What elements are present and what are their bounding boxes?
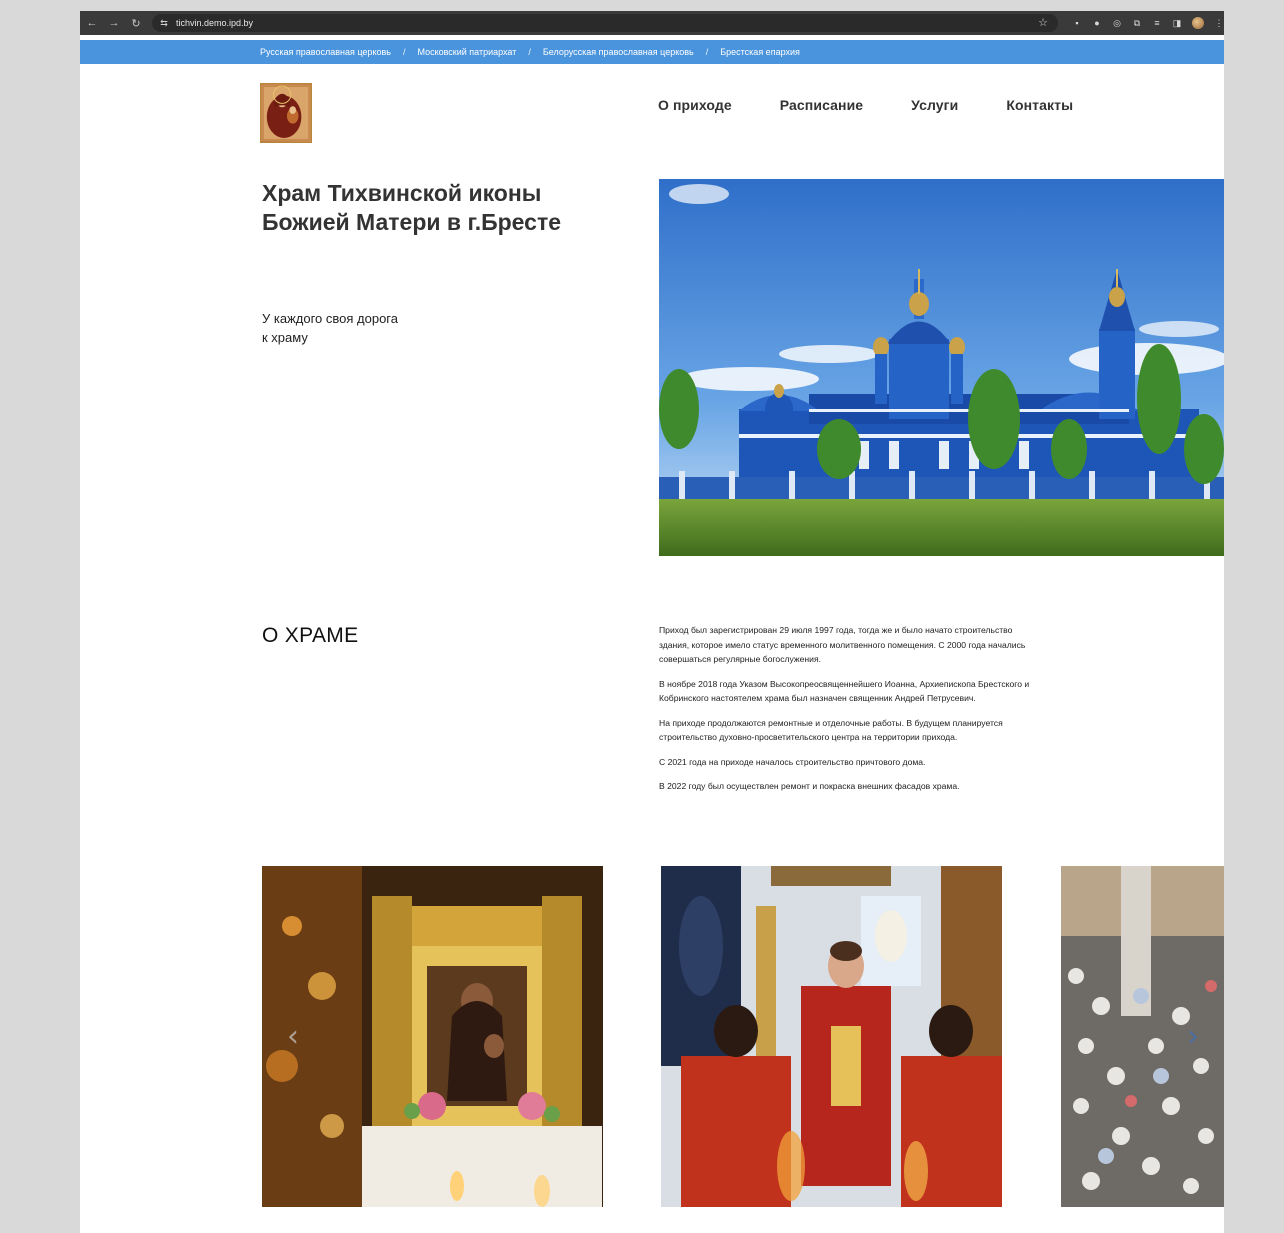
carousel-slide-service[interactable] [661, 866, 1002, 1207]
crumb-belarus-church[interactable]: Белорусская православная церковь [543, 47, 694, 57]
media-icon[interactable]: ≡ [1152, 18, 1162, 28]
about-paragraph: В ноябре 2018 года Указом Высокопреосвящ… [659, 678, 1030, 704]
browser-nav-buttons: ← → ↻ [86, 17, 142, 30]
nav-item-schedule[interactable]: Расписание [780, 97, 863, 113]
address-bar-url: tichvin.demo.ipd.by [176, 18, 254, 28]
browser-toolbar: ← → ↻ ⇆ tichvin.demo.ipd.by ☆ ▪ ● ◎ ⧉ ≡ … [80, 11, 1224, 35]
profile-avatar[interactable] [1192, 17, 1204, 29]
breadcrumb: Русская православная церковь / Московски… [260, 47, 800, 57]
hero-church-photo [659, 179, 1224, 556]
nav-item-services[interactable]: Услуги [911, 97, 958, 113]
about-paragraph: В 2022 году был осуществлен ремонт и пок… [659, 781, 960, 791]
photo-carousel: ‹ › [262, 866, 1224, 1207]
forward-icon[interactable]: → [108, 17, 120, 29]
service-photo [661, 866, 1002, 1207]
extensions-area: ▪ ● ◎ ⧉ ≡ ◨ ⋮ [1072, 17, 1224, 29]
browser-window: ← → ↻ ⇆ tichvin.demo.ipd.by ☆ ▪ ● ◎ ⧉ ≡ … [80, 11, 1224, 1233]
chevron-right-icon[interactable]: › [1182, 1019, 1204, 1054]
reload-icon[interactable]: ↻ [130, 17, 142, 30]
about-paragraph: С 2021 года на приходе началось строител… [659, 756, 926, 767]
site-logo[interactable] [260, 83, 312, 143]
nav-item-contacts[interactable]: Контакты [1006, 97, 1073, 113]
side-panel-icon[interactable]: ◨ [1172, 18, 1182, 28]
main-nav: О приходе Расписание Услуги Контакты [658, 97, 1073, 113]
menu-dots-icon[interactable]: ⋮ [1214, 18, 1224, 28]
about-section-title: О ХРАМЕ [262, 624, 359, 647]
extension-icon[interactable]: ◎ [1112, 18, 1122, 28]
church-photo-image [659, 179, 1224, 556]
crumb-church[interactable]: Русская православная церковь [260, 47, 391, 57]
site-settings-icon[interactable]: ⇆ [158, 17, 170, 29]
extension-icon[interactable]: ▪ [1072, 18, 1082, 28]
hero-subtitle-line: У каждого своя дорога [262, 311, 398, 326]
crumb-brest-eparchy[interactable]: Брестская епархия [720, 47, 800, 57]
crumb-separator: / [528, 47, 531, 57]
page-title: Храм Тихвинской иконы Божией Матери в г.… [262, 180, 562, 235]
crumb-separator: / [705, 47, 709, 57]
crumb-patriarchate[interactable]: Московский патриархат [417, 47, 516, 57]
about-paragraph: На приходе продолжаются ремонтные и отде… [659, 717, 1003, 743]
puzzle-icon[interactable]: ⧉ [1132, 18, 1142, 28]
back-icon[interactable]: ← [86, 17, 98, 29]
hero-subtitle: У каждого своя дорога к храму [262, 309, 462, 347]
extension-icon[interactable]: ● [1092, 18, 1102, 28]
icon-logo-image [261, 84, 311, 142]
icon-shrine-photo [262, 866, 603, 1207]
about-paragraph: Приход был зарегистрирован 29 июля 1997 … [659, 625, 1026, 664]
hero-subtitle-line: к храму [262, 330, 308, 345]
address-bar[interactable]: ⇆ tichvin.demo.ipd.by ☆ [152, 14, 1058, 32]
bookmark-star-icon[interactable]: ☆ [1038, 16, 1048, 29]
nav-item-about-parish[interactable]: О приходе [658, 97, 732, 113]
top-links-bar: Русская православная церковь / Московски… [80, 40, 1224, 64]
crumb-separator: / [402, 47, 406, 57]
about-text: Приход был зарегистрирован 29 июля 1997 … [659, 623, 1031, 804]
carousel-slide-icon-shrine[interactable] [262, 866, 603, 1207]
chevron-left-icon[interactable]: ‹ [282, 1019, 304, 1054]
